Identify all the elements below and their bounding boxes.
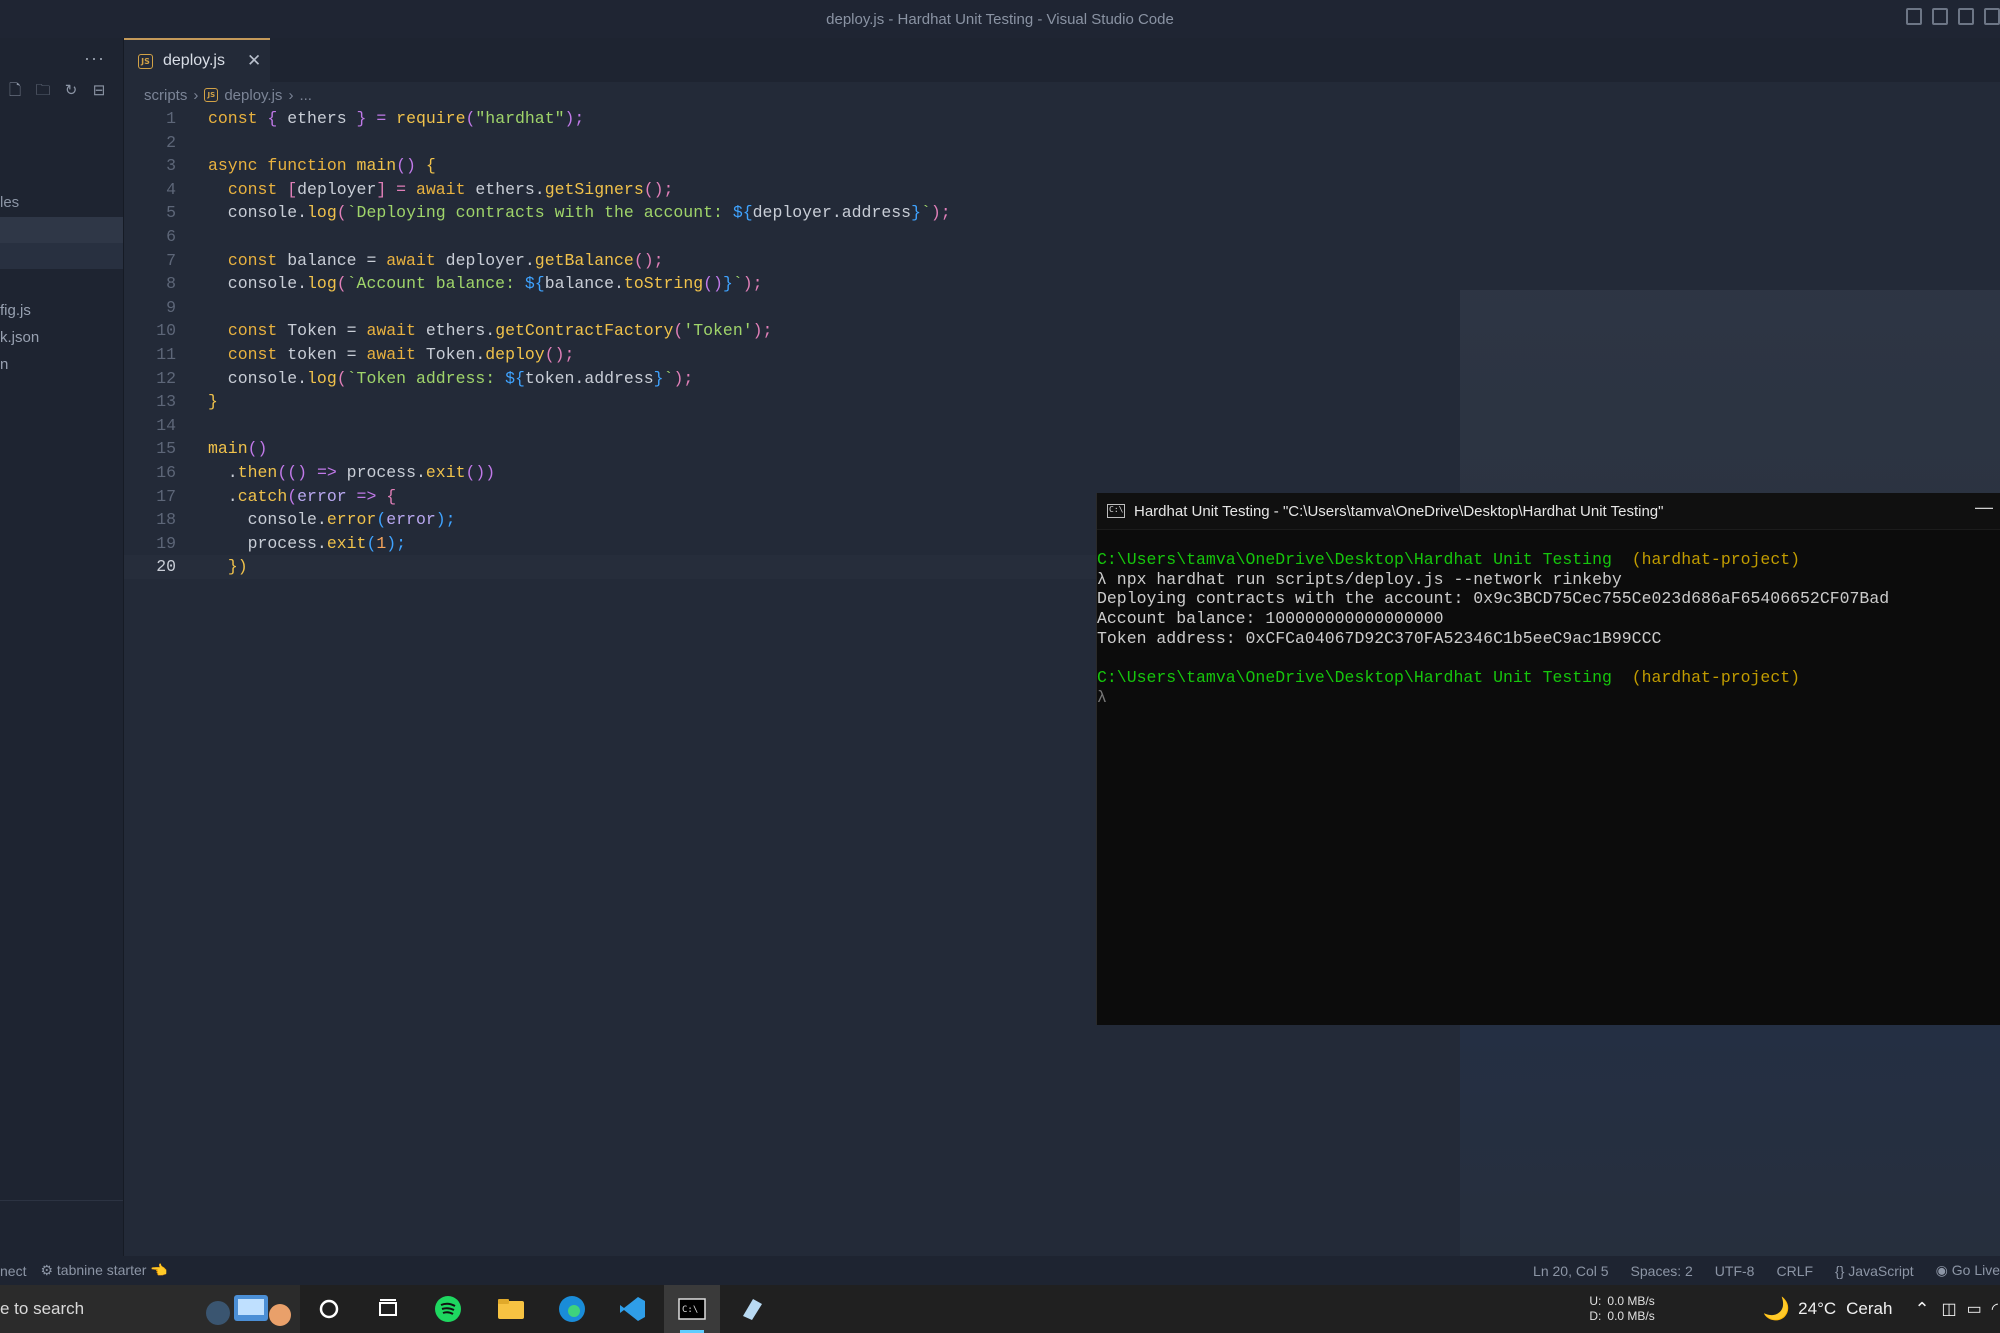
terminal-app-icon[interactable]: C:\ [676,1293,708,1333]
breadcrumb-symbols[interactable]: ... [299,87,312,104]
new-file-icon[interactable]: 🗋 [6,82,24,100]
meet-now-icon[interactable]: ◫ [1942,1299,1957,1319]
terminal-window[interactable]: C:\ Hardhat Unit Testing - "C:\Users\tam… [1096,493,2000,1025]
wifi-icon[interactable]: ◜ [1992,1299,1998,1319]
terminal-icon: C:\ [1107,504,1125,518]
broadcast-icon: ◉ [1935,1262,1952,1278]
close-icon[interactable]: ✕ [247,51,261,71]
breadcrumb: scripts › JS deploy.js › ... [144,84,312,106]
status-indentation[interactable]: Spaces: 2 [1631,1263,1693,1279]
minimize-icon[interactable]: — [1975,497,1993,518]
code-line: 7 const balance = await deployer.getBala… [166,250,664,270]
javascript-file-icon: JS [138,53,153,69]
gear-icon: ⚙ [40,1262,57,1278]
system-tray: U: D: 0.0 MB/s 0.0 MB/s 🌙 24°C Cerah ⌃ ◫ ▭… [1589,1285,2000,1333]
search-placeholder: e to search [0,1299,85,1318]
toggle-secondary-sidebar-icon[interactable] [1958,8,1974,25]
divider [0,1200,123,1201]
terminal-title-bar[interactable]: C:\ Hardhat Unit Testing - "C:\Users\tam… [1097,493,2000,530]
file-explorer-icon[interactable] [495,1293,527,1325]
cortana-icon[interactable] [313,1293,345,1325]
chevron-right-icon: › [288,86,294,104]
edge-browser-icon[interactable] [556,1293,588,1325]
code-line: 4 const [deployer] = await ethers.getSig… [166,179,674,199]
breadcrumb-folder[interactable]: scripts [144,87,187,104]
javascript-file-icon: JS [204,88,219,102]
braces-icon: {} [1835,1262,1849,1279]
collapse-all-icon[interactable]: ⊟ [90,82,108,100]
breadcrumb-file[interactable]: deploy.js [224,87,282,104]
status-cursor-position[interactable]: Ln 20, Col 5 [1533,1263,1609,1279]
chevron-right-icon: › [193,86,199,104]
code-line: 15 main() [156,439,268,459]
window-title: deploy.js - Hardhat Unit Testing - Visua… [826,10,1174,28]
layout-controls [1906,8,2000,25]
svg-text:C:\: C:\ [682,1305,698,1315]
toggle-sidebar-icon[interactable] [1906,8,1922,25]
explorer-toolbar: 🗋 🗀 ↻ ⊟ [6,82,108,100]
weather-moon-icon[interactable]: 🌙 [1763,1296,1790,1322]
toggle-panel-icon[interactable] [1932,8,1948,25]
status-language[interactable]: {} JavaScript [1835,1263,1914,1279]
selected-tree-item[interactable] [0,217,123,243]
battery-icon[interactable]: ▭ [1967,1299,1982,1319]
title-bar: deploy.js - Hardhat Unit Testing - Visua… [0,0,2000,38]
taskbar-search[interactable]: e to search [0,1285,300,1333]
tree-item[interactable] [0,243,123,269]
code-line: 3 async function main() { [166,156,436,176]
code-line: 2 [166,132,176,152]
status-eol[interactable]: CRLF [1776,1263,1813,1279]
code-line: 14 [156,415,176,435]
new-folder-icon[interactable]: 🗀 [34,82,52,100]
code-line: 9 [166,297,176,317]
spotify-icon[interactable] [432,1293,464,1325]
customize-layout-icon[interactable] [1984,8,2000,25]
status-bar: nect ⚙ tabnine starter 👈 Ln 20, Col 5 Sp… [0,1256,2000,1285]
more-actions-icon[interactable]: ··· [84,48,105,69]
vscode-icon[interactable] [616,1293,648,1325]
explorer-sidebar: ··· 🗋 🗀 ↻ ⊟ les fig.js k.json n [0,38,124,1256]
file-item-lock[interactable]: k.json [0,329,39,346]
notes-app-icon[interactable] [736,1293,768,1325]
code-line: 13} [156,392,218,412]
tab-bar: JS deploy.js ✕ [124,38,2000,82]
file-item-json[interactable]: n [0,356,8,373]
status-tabnine[interactable]: ⚙ tabnine starter 👈 [40,1262,167,1279]
code-line: 8 console.log(`Account balance: ${balanc… [166,274,763,294]
explorer-section-label[interactable]: les [0,194,19,211]
status-go-live[interactable]: ◉ Go Live [1936,1262,2000,1279]
network-speed-labels: U: D: [1589,1294,1602,1323]
status-remote[interactable]: nect [0,1263,26,1279]
code-line: 10 const Token = await ethers.getContrac… [156,321,773,341]
code-line: 12 console.log(`Token address: ${token.a… [156,368,694,388]
chevron-up-icon[interactable]: ⌃ [1914,1299,1929,1320]
file-item-config[interactable]: fig.js [0,302,31,319]
code-line: 11 const token = await Token.deploy(); [156,344,575,364]
search-highlight-illustration [206,1295,291,1326]
code-line: 5 console.log(`Deploying contracts with … [166,203,951,223]
code-line: 1 const { ethers } = require("hardhat"); [166,109,585,128]
tab-label: deploy.js [163,52,225,69]
hand-icon: 👈 [146,1262,168,1278]
terminal-title: Hardhat Unit Testing - "C:\Users\tamva\O… [1134,502,1664,520]
network-speed-values: 0.0 MB/s 0.0 MB/s [1607,1294,1655,1323]
weather-condition[interactable]: Cerah [1846,1299,1892,1319]
weather-temperature[interactable]: 24°C [1798,1299,1836,1319]
refresh-icon[interactable]: ↻ [62,82,80,100]
tab-deploy-js[interactable]: JS deploy.js ✕ [124,38,270,82]
windows-taskbar: e to search C:\ U: D: 0.0 MB/s 0.0 MB/s 🌙 … [0,1285,2000,1333]
code-line: 6 [166,226,176,246]
code-line: 16 .then(() => process.exit()) [156,462,496,482]
status-encoding[interactable]: UTF-8 [1715,1263,1755,1279]
task-view-icon[interactable] [372,1293,404,1325]
terminal-output[interactable]: C:\Users\tamva\OneDrive\Desktop\Hardhat … [1097,550,1889,708]
